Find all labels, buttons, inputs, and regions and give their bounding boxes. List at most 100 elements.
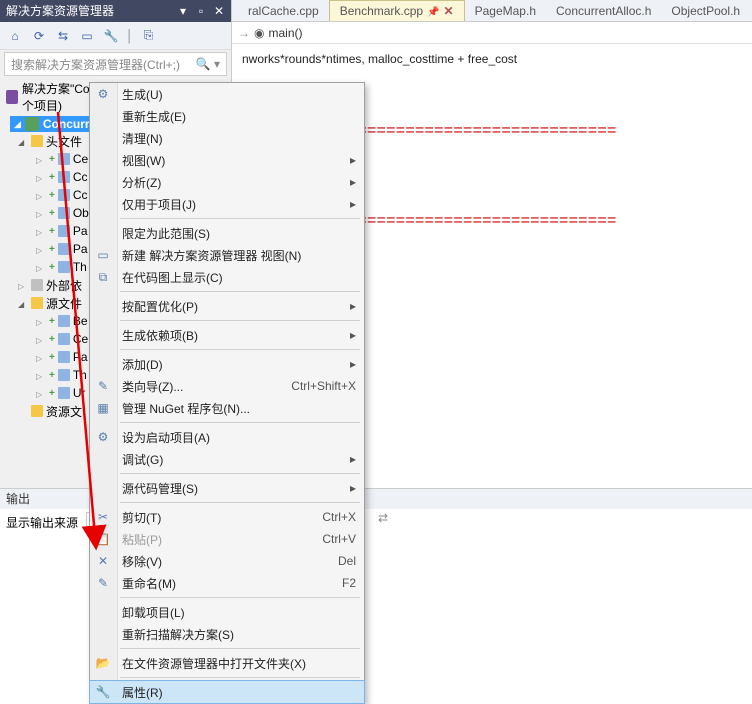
editor-tab[interactable]: ConcurrentAlloc.h <box>546 1 661 21</box>
menu-separator <box>120 218 360 219</box>
submenu-arrow-icon: ▸ <box>350 197 356 211</box>
menu-item[interactable]: 📂 在文件资源管理器中打开文件夹(X) <box>90 652 364 674</box>
menu-item[interactable]: 清理(N) <box>90 127 364 149</box>
menu-separator <box>120 597 360 598</box>
pin-icon[interactable]: 📌 <box>427 7 439 18</box>
editor-tab[interactable]: ObjectPool.h <box>661 1 750 21</box>
output-tool-icon[interactable]: ⇄ <box>372 511 394 533</box>
menu-item[interactable]: 生成依赖项(B)▸ <box>90 324 364 346</box>
menu-item-label: 重命名(M) <box>122 575 176 592</box>
solution-search[interactable]: 搜索解决方案资源管理器(Ctrl+;) 🔍 ▾ <box>4 52 227 76</box>
menu-item[interactable]: 卸载项目(L) <box>90 601 364 623</box>
menu-separator <box>120 473 360 474</box>
menu-separator <box>120 677 360 678</box>
preview-icon[interactable]: ⎘ <box>140 27 158 45</box>
extdeps-label: 外部依 <box>46 277 82 294</box>
menu-item-label: 重新扫描解决方案(S) <box>122 626 234 643</box>
submenu-arrow-icon: ▸ <box>350 328 356 342</box>
submenu-arrow-icon: ▸ <box>350 175 356 189</box>
menu-item[interactable]: ✕移除(V)Del <box>90 550 364 572</box>
submenu-arrow-icon: ▸ <box>350 299 356 313</box>
menu-item[interactable]: ✎类向导(Z)...Ctrl+Shift+X <box>90 375 364 397</box>
menu-item[interactable]: 仅用于项目(J) ▸ <box>90 193 364 215</box>
navigation-bar[interactable]: → ◉ main() <box>232 22 752 44</box>
search-icon[interactable]: 🔍 ▾ <box>196 57 220 71</box>
refresh-icon[interactable]: ⟳ <box>30 27 48 45</box>
properties-icon[interactable]: 🔧 <box>102 27 120 45</box>
panel-dropdown-icon[interactable]: ▾ <box>177 0 189 22</box>
folder-icon <box>31 297 43 309</box>
menu-item: 📋粘贴(P)Ctrl+V <box>90 528 364 550</box>
expand-arrow[interactable]: ◢ <box>14 119 21 130</box>
expand-icon[interactable] <box>18 134 28 148</box>
collapse-icon[interactable]: ⇆ <box>54 27 72 45</box>
context-menu: ⚙生成(U)重新生成(E)清理(N) 视图(W) ▸ 分析(Z) ▸ 仅用于项目(J) ▸ 限… <box>89 82 365 704</box>
menu-shortcut: Ctrl+X <box>322 510 356 524</box>
panel-pin-icon[interactable]: ▫ <box>195 0 207 22</box>
nuget-icon: ▦ <box>95 400 111 416</box>
menu-item[interactable]: 重新生成(E) <box>90 105 364 127</box>
submenu-arrow-icon: ▸ <box>350 481 356 495</box>
menu-item[interactable]: 视图(W) ▸ <box>90 149 364 171</box>
expand-icon[interactable] <box>18 296 28 310</box>
menu-item[interactable]: 🔧 属性(R) <box>90 681 364 703</box>
menu-item[interactable]: 调试(G)▸ <box>90 448 364 470</box>
menu-shortcut: F2 <box>342 576 356 590</box>
menu-item[interactable]: ✎ 重命名(M) F2 <box>90 572 364 594</box>
close-icon[interactable]: ✕ <box>444 4 454 18</box>
output-source-label: 显示输出来源 <box>6 514 78 531</box>
menu-item-label: 类向导(Z)... <box>122 378 183 395</box>
sources-label: 源文件 <box>46 295 82 312</box>
rename-icon: ✎ <box>95 575 111 591</box>
props-icon: 🔧 <box>95 684 111 700</box>
menu-item[interactable]: ▭ 新建 解决方案资源管理器 视图(N) <box>90 244 364 266</box>
menu-item-label: 剪切(T) <box>122 509 161 526</box>
menu-item-label: 设为启动项目(A) <box>122 429 210 446</box>
menu-item-label: 按配置优化(P) <box>122 298 198 315</box>
submenu-arrow-icon: ▸ <box>350 357 356 371</box>
home-icon[interactable]: ⌂ <box>6 27 24 45</box>
folder-icon <box>31 405 43 417</box>
menu-item-label: 卸载项目(L) <box>122 604 185 621</box>
editor-tab[interactable]: Benchmark.cpp📌✕ <box>329 0 465 22</box>
menu-shortcut: Del <box>338 554 356 568</box>
menu-item[interactable]: 添加(D)▸ <box>90 353 364 375</box>
newview-icon: ▭ <box>95 247 111 263</box>
openfolder-icon: 📂 <box>95 655 111 671</box>
panel-close-icon[interactable]: ✕ <box>213 0 225 22</box>
menu-item-label: 在代码图上显示(C) <box>122 269 223 286</box>
menu-item[interactable]: ▦ 管理 NuGet 程序包(N)... <box>90 397 364 419</box>
menu-item[interactable]: ⚙生成(U) <box>90 83 364 105</box>
menu-item[interactable]: ✂ 剪切(T) Ctrl+X <box>90 506 364 528</box>
build-icon: ⚙ <box>95 86 111 102</box>
menu-item[interactable]: ⚙ 设为启动项目(A) <box>90 426 364 448</box>
menu-item[interactable]: 限定为此范围(S) <box>90 222 364 244</box>
scope-icon: ◉ <box>254 26 264 40</box>
menu-item-label: 管理 NuGet 程序包(N)... <box>122 400 250 417</box>
editor-tabs: ralCache.cppBenchmark.cpp📌✕PageMap.hConc… <box>232 0 752 22</box>
menu-item-label: 视图(W) <box>122 152 165 169</box>
menu-separator <box>120 349 360 350</box>
menu-item-label: 属性(R) <box>122 684 163 701</box>
menu-item-label: 在文件资源管理器中打开文件夹(X) <box>122 655 306 672</box>
menu-item-label: 分析(Z) <box>122 174 161 191</box>
expand-icon[interactable] <box>18 278 28 292</box>
startup-icon: ⚙ <box>95 429 111 445</box>
menu-separator <box>120 320 360 321</box>
menu-item[interactable]: 源代码管理(S)▸ <box>90 477 364 499</box>
menu-shortcut: Ctrl+Shift+X <box>291 379 356 393</box>
editor-tab[interactable]: PageMap.h <box>465 1 546 21</box>
menu-item-label: 仅用于项目(J) <box>122 196 196 213</box>
cut-icon: ✂ <box>95 509 111 525</box>
menu-item[interactable]: 按配置优化(P) ▸ <box>90 295 364 317</box>
submenu-arrow-icon: ▸ <box>350 153 356 167</box>
editor-tab[interactable]: ralCache.cpp <box>238 1 329 21</box>
showall-icon[interactable]: ▭ <box>78 27 96 45</box>
menu-separator <box>120 648 360 649</box>
menu-item[interactable]: 重新扫描解决方案(S) <box>90 623 364 645</box>
menu-item[interactable]: 分析(Z) ▸ <box>90 171 364 193</box>
menu-item-label: 新建 解决方案资源管理器 视图(N) <box>122 247 301 264</box>
menu-item-label: 调试(G) <box>122 451 163 468</box>
scope-label: main() <box>268 26 302 40</box>
menu-item[interactable]: ⧉在代码图上显示(C) <box>90 266 364 288</box>
